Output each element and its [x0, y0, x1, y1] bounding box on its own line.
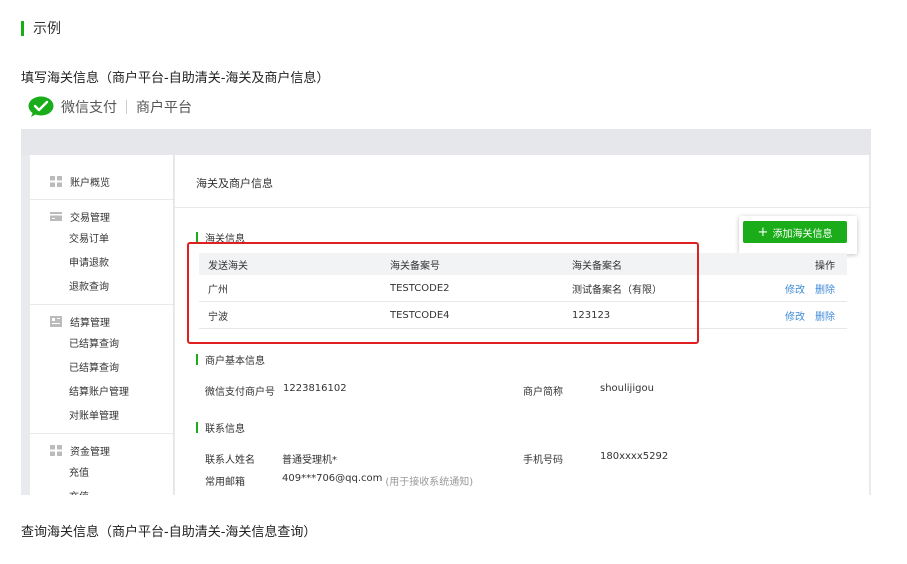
card-icon	[50, 211, 62, 222]
merchant-short-value: shoulijigou	[600, 383, 654, 394]
brand-merchant-platform: 商户平台	[136, 100, 192, 116]
add-button-highlight: + 添加海关信息	[739, 216, 857, 254]
sidebar-item-label: 账户概览	[70, 177, 110, 189]
contact-email-hint: (用于接收系统通知)	[385, 477, 474, 488]
button-label: 添加海关信息	[772, 228, 833, 240]
wechat-pay-logo-icon	[28, 96, 54, 118]
merchant-short-label: 商户简称	[523, 387, 563, 398]
sidebar: 账户概览 交易管理 交易订单 申请退款 退款查询 结算管理 已结算查询 已结算查…	[30, 155, 174, 495]
divider	[175, 207, 869, 208]
sidebar-item-settled-query-2[interactable]: 已结算查询	[30, 357, 173, 381]
section-accent-bar	[196, 422, 198, 433]
sidebar-item-settled-query[interactable]: 已结算查询	[30, 333, 173, 357]
brand-header: 微信支付 商户平台	[28, 95, 192, 119]
column-header-actions: 操作	[815, 260, 835, 272]
page-title: 海关及商户信息	[196, 177, 273, 190]
sidebar-item-overview[interactable]: 账户概览	[30, 169, 173, 193]
contact-name-value: 普通受理机*	[282, 455, 337, 466]
highlight-box	[187, 242, 699, 344]
brand-wechat-pay: 微信支付	[61, 100, 117, 116]
contact-email-value: 409***706@qq.com	[282, 473, 383, 484]
cell-actions: 修改 删除	[745, 281, 847, 296]
sidebar-item-statements[interactable]: 对账单管理	[30, 405, 173, 429]
plus-icon: +	[757, 224, 769, 240]
section-accent-bar	[196, 354, 198, 365]
sidebar-item-recharge-2[interactable]: 充值	[30, 486, 173, 495]
grid-icon	[50, 444, 62, 456]
sidebar-item-refund-query[interactable]: 退款查询	[30, 276, 173, 300]
doc-caption-fill: 填写海关信息（商户平台-自助清关-海关及商户信息）	[21, 71, 330, 86]
contact-phone-label: 手机号码	[523, 455, 563, 466]
section-title-text: 商户基本信息	[205, 356, 265, 367]
divider	[30, 199, 173, 200]
edit-link[interactable]: 修改	[785, 281, 805, 296]
sidebar-item-settlement-account[interactable]: 结算账户管理	[30, 381, 173, 405]
sidebar-item-recharge[interactable]: 充值	[30, 462, 173, 486]
merchant-id-row: 微信支付商户号 1223816102	[205, 383, 347, 398]
merchant-id-value: 1223816102	[283, 383, 347, 394]
sidebar-group-label: 交易管理	[70, 212, 110, 224]
divider	[30, 433, 173, 434]
section-label: 示例	[33, 21, 61, 37]
sidebar-group-funds[interactable]: 资金管理	[30, 438, 173, 462]
grid-icon	[50, 175, 62, 187]
delete-link[interactable]: 删除	[815, 308, 835, 323]
sidebar-item-orders[interactable]: 交易订单	[30, 228, 173, 252]
sidebar-group-label: 结算管理	[70, 317, 110, 329]
contact-phone-value: 180xxxx5292	[600, 451, 669, 462]
sidebar-group-transactions[interactable]: 交易管理	[30, 204, 173, 228]
top-band	[21, 129, 871, 155]
delete-link[interactable]: 删除	[815, 281, 835, 296]
contact-email-row: 409***706@qq.com (用于接收系统通知)	[282, 473, 473, 488]
sidebar-group-settlement[interactable]: 结算管理	[30, 309, 173, 333]
sidebar-group-label: 资金管理	[70, 446, 110, 458]
ledger-icon	[50, 315, 62, 327]
contact-name-label: 联系人姓名	[205, 455, 255, 466]
brand-separator	[126, 100, 127, 114]
contact-section-title: 联系信息	[196, 420, 245, 435]
cell-actions: 修改 删除	[745, 308, 847, 323]
merchant-id-label: 微信支付商户号	[205, 387, 275, 398]
sidebar-item-refund-apply[interactable]: 申请退款	[30, 252, 173, 276]
contact-email-label: 常用邮箱	[205, 477, 245, 488]
section-title-text: 联系信息	[205, 424, 245, 435]
section-accent-bar	[21, 20, 24, 36]
add-customs-button[interactable]: + 添加海关信息	[743, 221, 847, 243]
merchant-section-title: 商户基本信息	[196, 352, 265, 367]
doc-section-heading: 示例	[21, 18, 61, 38]
edit-link[interactable]: 修改	[785, 308, 805, 323]
doc-caption-query: 查询海关信息（商户平台-自助清关-海关信息查询）	[21, 525, 317, 540]
divider	[30, 304, 173, 305]
